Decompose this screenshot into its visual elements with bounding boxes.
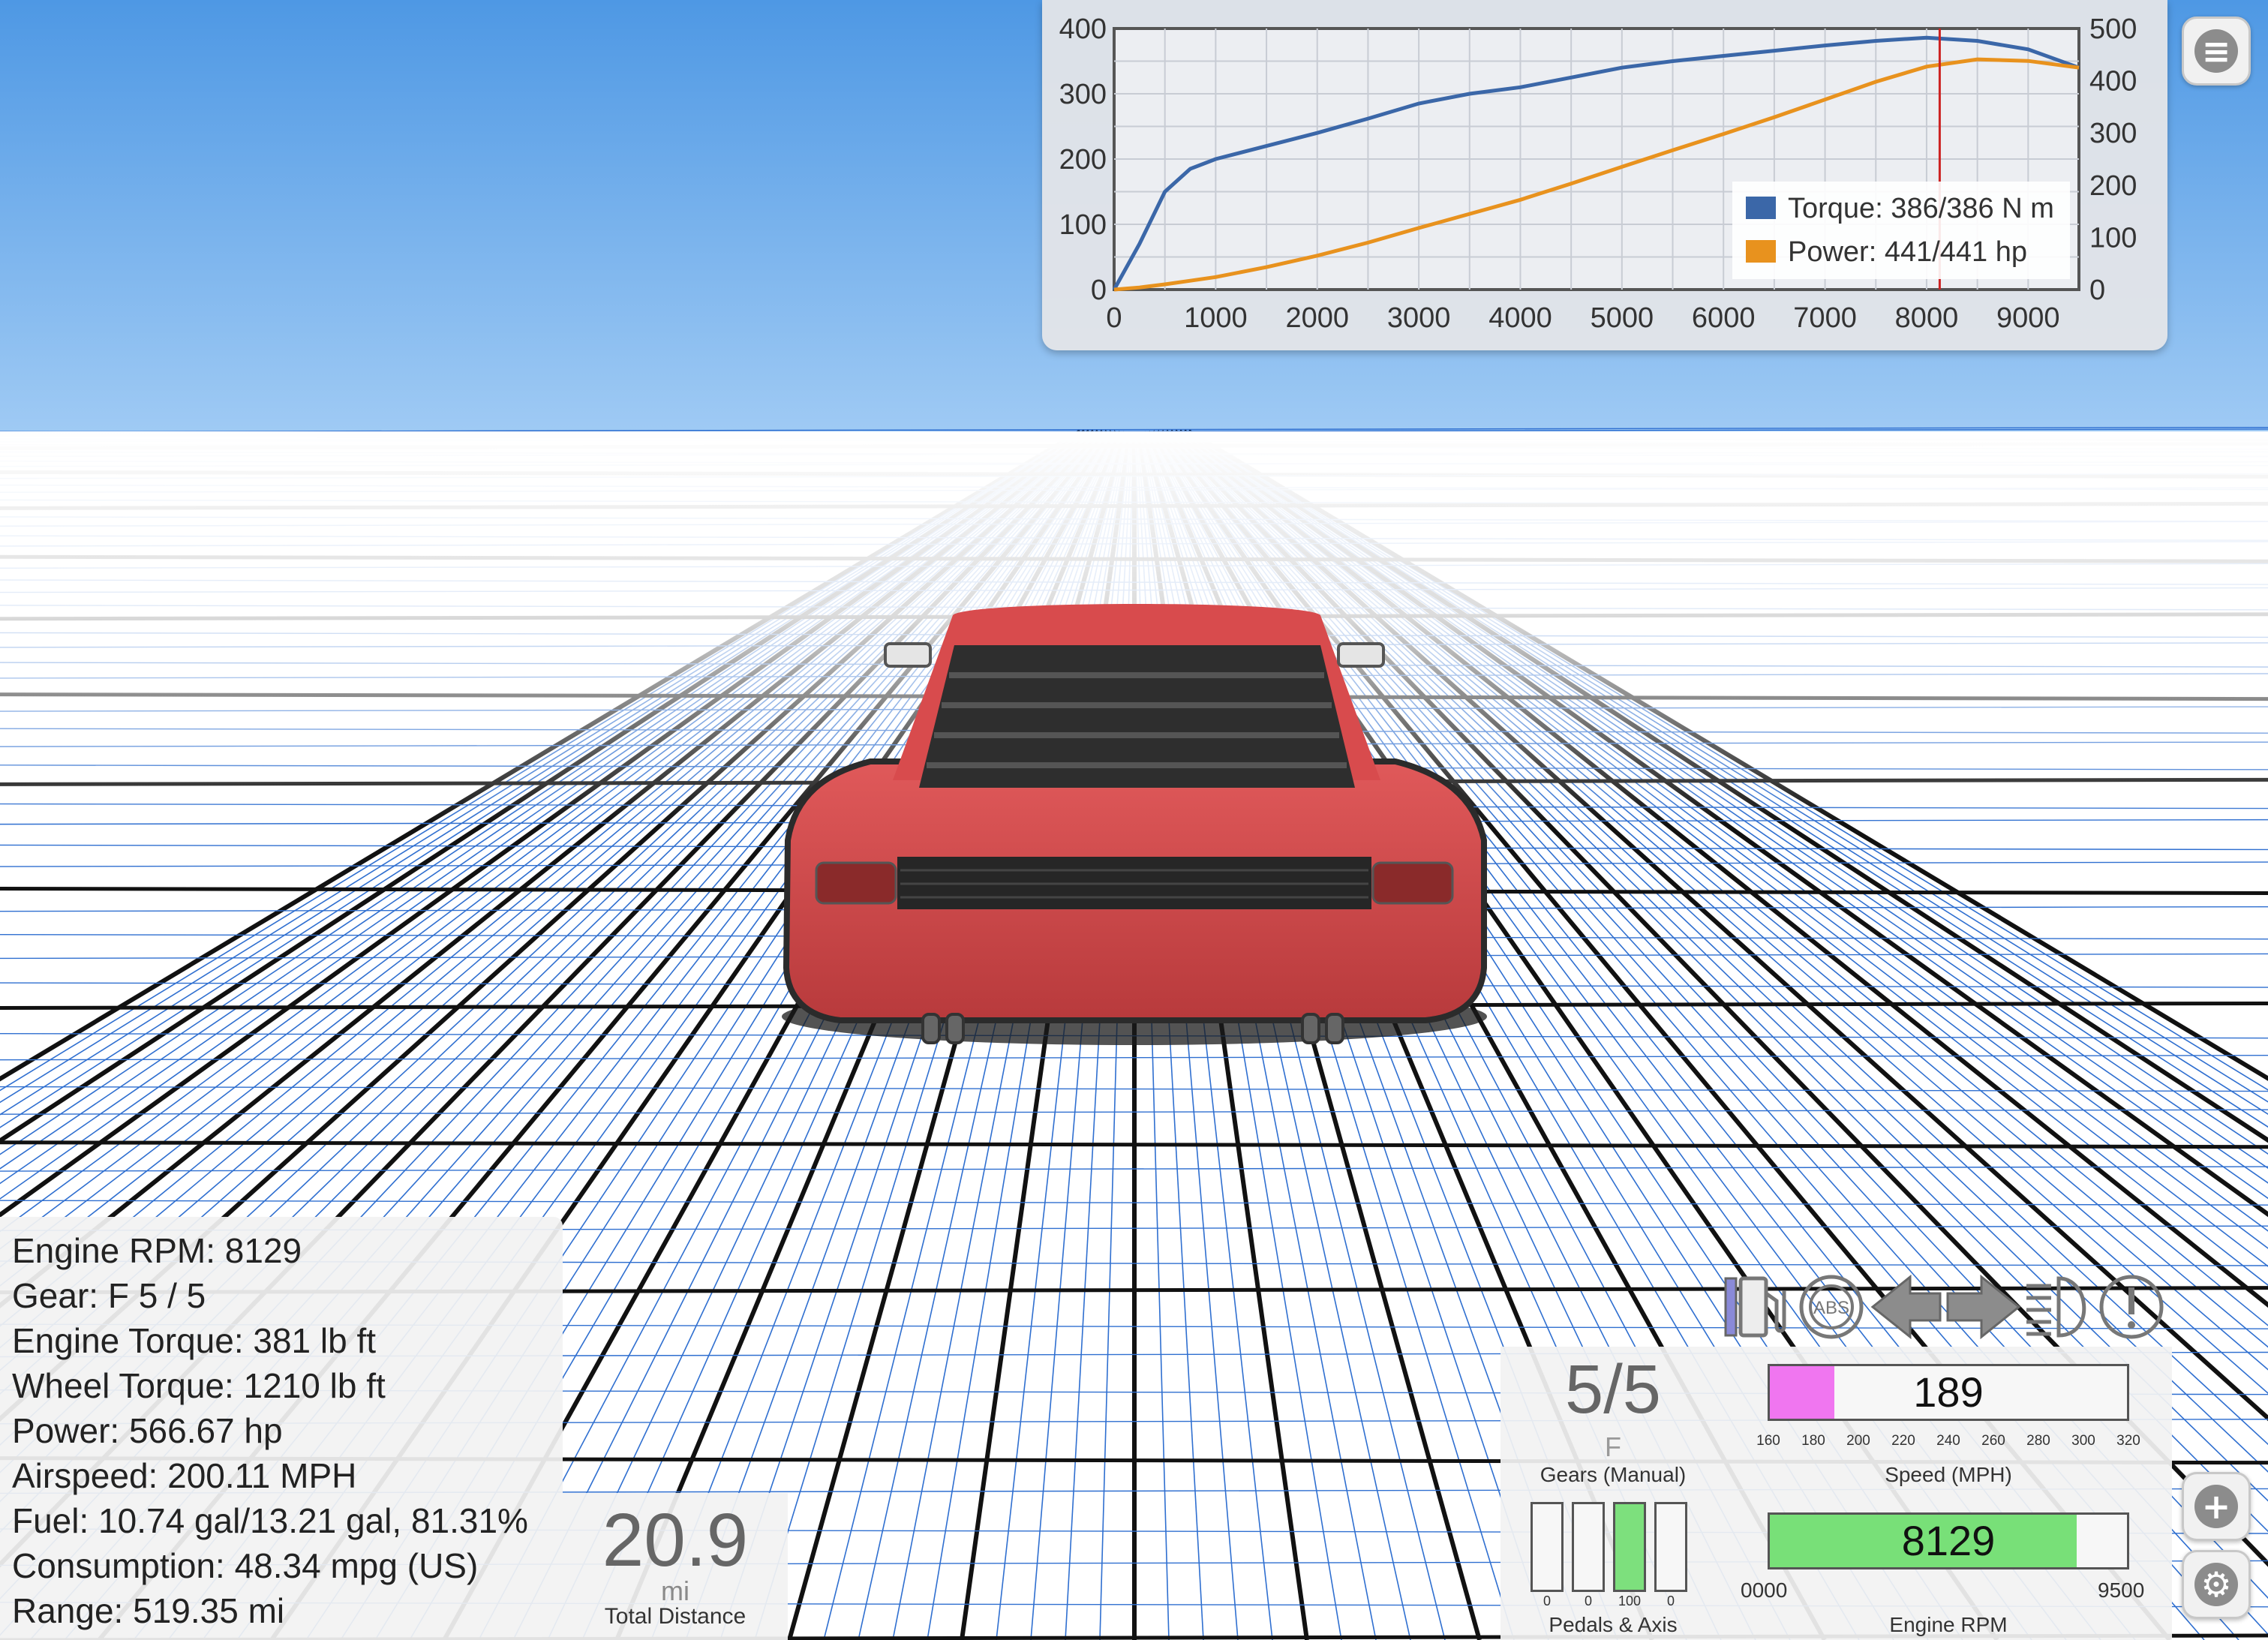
pedal-tick-4: 0 <box>1666 1593 1675 1608</box>
left-tick-label: 0 <box>1091 275 1107 306</box>
pedals-label: Pedals & Axis <box>1549 1613 1678 1636</box>
gear-label: Gears (Manual) <box>1540 1463 1687 1486</box>
distance-value: 20.9 <box>602 1498 749 1582</box>
speed-tick: 220 <box>1891 1433 1915 1449</box>
speed-tick: 320 <box>2116 1433 2140 1449</box>
rpm-label: Engine RPM <box>1889 1613 2008 1636</box>
speed-tick: 260 <box>1981 1433 2005 1449</box>
speed-tick: 300 <box>2071 1433 2095 1449</box>
right-turn-signal-icon <box>1946 1274 2021 1340</box>
legend-power-swatch <box>1746 240 1776 263</box>
right-tick-label: 400 <box>2089 66 2137 98</box>
x-tick-label: 2000 <box>1285 302 1349 334</box>
pedal-fill-3 <box>1615 1504 1644 1590</box>
x-tick-label: 3000 <box>1387 302 1451 334</box>
vehicle-stats-panel: Engine RPM: 8129 Gear: F 5 / 5 Engine To… <box>0 1217 563 1640</box>
graph-legend: Torque: 386/386 N m Power: 441/441 hp <box>1732 182 2070 279</box>
speed-tick: 180 <box>1801 1433 1825 1449</box>
speed-tick: 280 <box>2026 1433 2050 1449</box>
speed-scale: 160 180 200 220 240 260 280 300 320 <box>1756 1433 2149 1455</box>
warning-icon <box>2099 1275 2164 1339</box>
pedal-gauge-4 <box>1654 1502 1687 1592</box>
left-tick-label: 200 <box>1059 144 1107 176</box>
dashboard-indicators: ABS <box>1724 1274 2164 1340</box>
distance-label: Total Distance <box>604 1604 746 1629</box>
pedal-gauge-2 <box>1572 1502 1605 1592</box>
stat-engine-rpm: Engine RPM: 8129 <box>12 1231 302 1270</box>
x-tick-label: 5000 <box>1591 302 1654 334</box>
stat-gear: Gear: F 5 / 5 <box>12 1276 206 1315</box>
speed-value: 189 <box>1913 1368 1984 1416</box>
x-tick-label: 9000 <box>1996 302 2060 334</box>
mirror-left <box>884 642 932 668</box>
settings-button[interactable]: ⚙ <box>2182 1550 2251 1619</box>
gear-value: 5/5 <box>1565 1351 1661 1428</box>
left-tick-label: 300 <box>1059 79 1107 110</box>
settings-icon: ⚙ <box>2194 1563 2238 1606</box>
pedal-gauge-1 <box>1531 1502 1564 1592</box>
left-turn-signal-icon <box>1870 1274 1942 1340</box>
torque-power-graph: 0 1000 2000 3000 4000 5000 6000 7000 8000 9000 0 10… <box>1042 0 2167 350</box>
add-icon: + <box>2194 1485 2238 1528</box>
abs-icon-text: ABS <box>1813 1298 1849 1318</box>
legend-torque-label: Torque: 386/386 N m <box>1788 193 2054 224</box>
right-tick-label: 200 <box>2089 170 2137 202</box>
rpm-bar: 8129 <box>1768 1512 2129 1569</box>
stat-wheel-torque: Wheel Torque: 1210 lb ft <box>12 1366 386 1405</box>
speed-tick: 240 <box>1936 1433 1960 1449</box>
mirror-right <box>1337 642 1385 668</box>
speed-label: Speed (MPH) <box>1885 1463 2012 1486</box>
pedal-tick-1: 0 <box>1543 1593 1551 1608</box>
headlight-icon <box>2026 1276 2086 1338</box>
rpm-value: 8129 <box>1901 1517 1996 1564</box>
menu-icon: ≡ <box>2194 29 2238 73</box>
menu-button[interactable]: ≡ <box>2182 17 2251 86</box>
right-tick-label: 0 <box>2089 275 2105 306</box>
total-distance-widget: 20.9 mi Total Distance <box>563 1493 788 1640</box>
right-tick-label: 300 <box>2089 118 2137 149</box>
fuel-pump-icon <box>1724 1276 1786 1338</box>
stat-power: Power: 566.67 hp <box>12 1411 283 1450</box>
graph-canvas: 0 1000 2000 3000 4000 5000 6000 7000 8000 9000010… <box>1059 14 2137 334</box>
right-tick-label: 500 <box>2089 14 2137 45</box>
gear-mode: F <box>1605 1431 1621 1462</box>
pedal-tick-3: 100 <box>1618 1593 1642 1608</box>
pedal-tick-2: 0 <box>1584 1593 1592 1608</box>
taillight-right <box>1371 861 1454 905</box>
x-tick-label: 0 <box>1106 302 1122 334</box>
speed-tick: 160 <box>1756 1433 1780 1449</box>
taillight-left <box>815 861 897 905</box>
add-button[interactable]: + <box>2182 1472 2251 1541</box>
speed-tick: 200 <box>1846 1433 1870 1449</box>
x-tick-label: 6000 <box>1692 302 1756 334</box>
stat-range: Range: 519.35 mi <box>12 1591 285 1630</box>
legend-power-label: Power: 441/441 hp <box>1788 236 2027 268</box>
stat-airspeed: Airspeed: 200.11 MPH <box>12 1456 357 1495</box>
stat-fuel: Fuel: 10.74 gal/13.21 gal, 81.31% <box>12 1501 528 1540</box>
left-tick-label: 400 <box>1059 14 1107 45</box>
rpm-max-label: 9500 <box>2098 1578 2145 1602</box>
right-tick-label: 100 <box>2089 222 2137 254</box>
pedal-gauge-3 <box>1613 1502 1646 1592</box>
x-tick-label: 8000 <box>1895 302 1959 334</box>
legend-torque-swatch <box>1746 197 1776 219</box>
stat-consumption: Consumption: 48.34 mpg (US) <box>12 1546 479 1585</box>
x-tick-label: 7000 <box>1793 302 1857 334</box>
distance-unit: mi <box>661 1575 689 1606</box>
x-tick-label: 4000 <box>1488 302 1552 334</box>
rpm-min-label: 0000 <box>1741 1578 1788 1602</box>
abs-icon: ABS <box>1799 1275 1864 1339</box>
left-tick-label: 100 <box>1059 209 1107 241</box>
stat-engine-torque: Engine Torque: 381 lb ft <box>12 1321 377 1360</box>
speed-bar: 189 <box>1768 1364 2129 1421</box>
x-tick-label: 1000 <box>1184 302 1248 334</box>
